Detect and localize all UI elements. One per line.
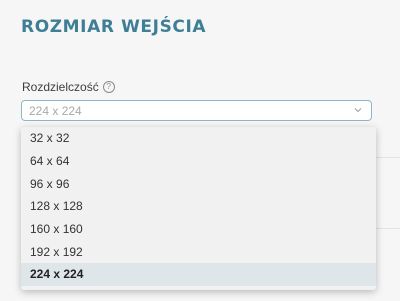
resolution-select-value: 224 x 224	[29, 103, 82, 118]
dropdown-option-32[interactable]: 32 x 32	[21, 127, 376, 150]
question-circle-icon[interactable]: ?	[102, 81, 115, 93]
divider	[376, 157, 400, 158]
divider	[376, 228, 400, 229]
dropdown-option-64[interactable]: 64 x 64	[21, 150, 376, 173]
input-size-panel: ROZMIAR WEJŚCIA Rozdzielczość ? 224 x 22…	[0, 0, 400, 301]
dropdown-option-128[interactable]: 128 x 128	[21, 195, 376, 218]
dropdown-option-160[interactable]: 160 x 160	[21, 218, 376, 241]
resolution-label: Rozdzielczość	[22, 80, 99, 94]
section-title: ROZMIAR WEJŚCIA	[21, 17, 207, 37]
resolution-dropdown-menu: 32 x 32 64 x 64 96 x 96 128 x 128 160 x …	[21, 127, 376, 290]
dropdown-option-224-selected[interactable]: 224 x 224	[21, 263, 376, 286]
dropdown-option-192[interactable]: 192 x 192	[21, 240, 376, 263]
resolution-select[interactable]: 224 x 224	[21, 100, 372, 121]
resolution-label-row: Rozdzielczość ?	[22, 80, 115, 94]
chevron-down-icon	[354, 108, 362, 113]
dropdown-option-96[interactable]: 96 x 96	[21, 172, 376, 195]
